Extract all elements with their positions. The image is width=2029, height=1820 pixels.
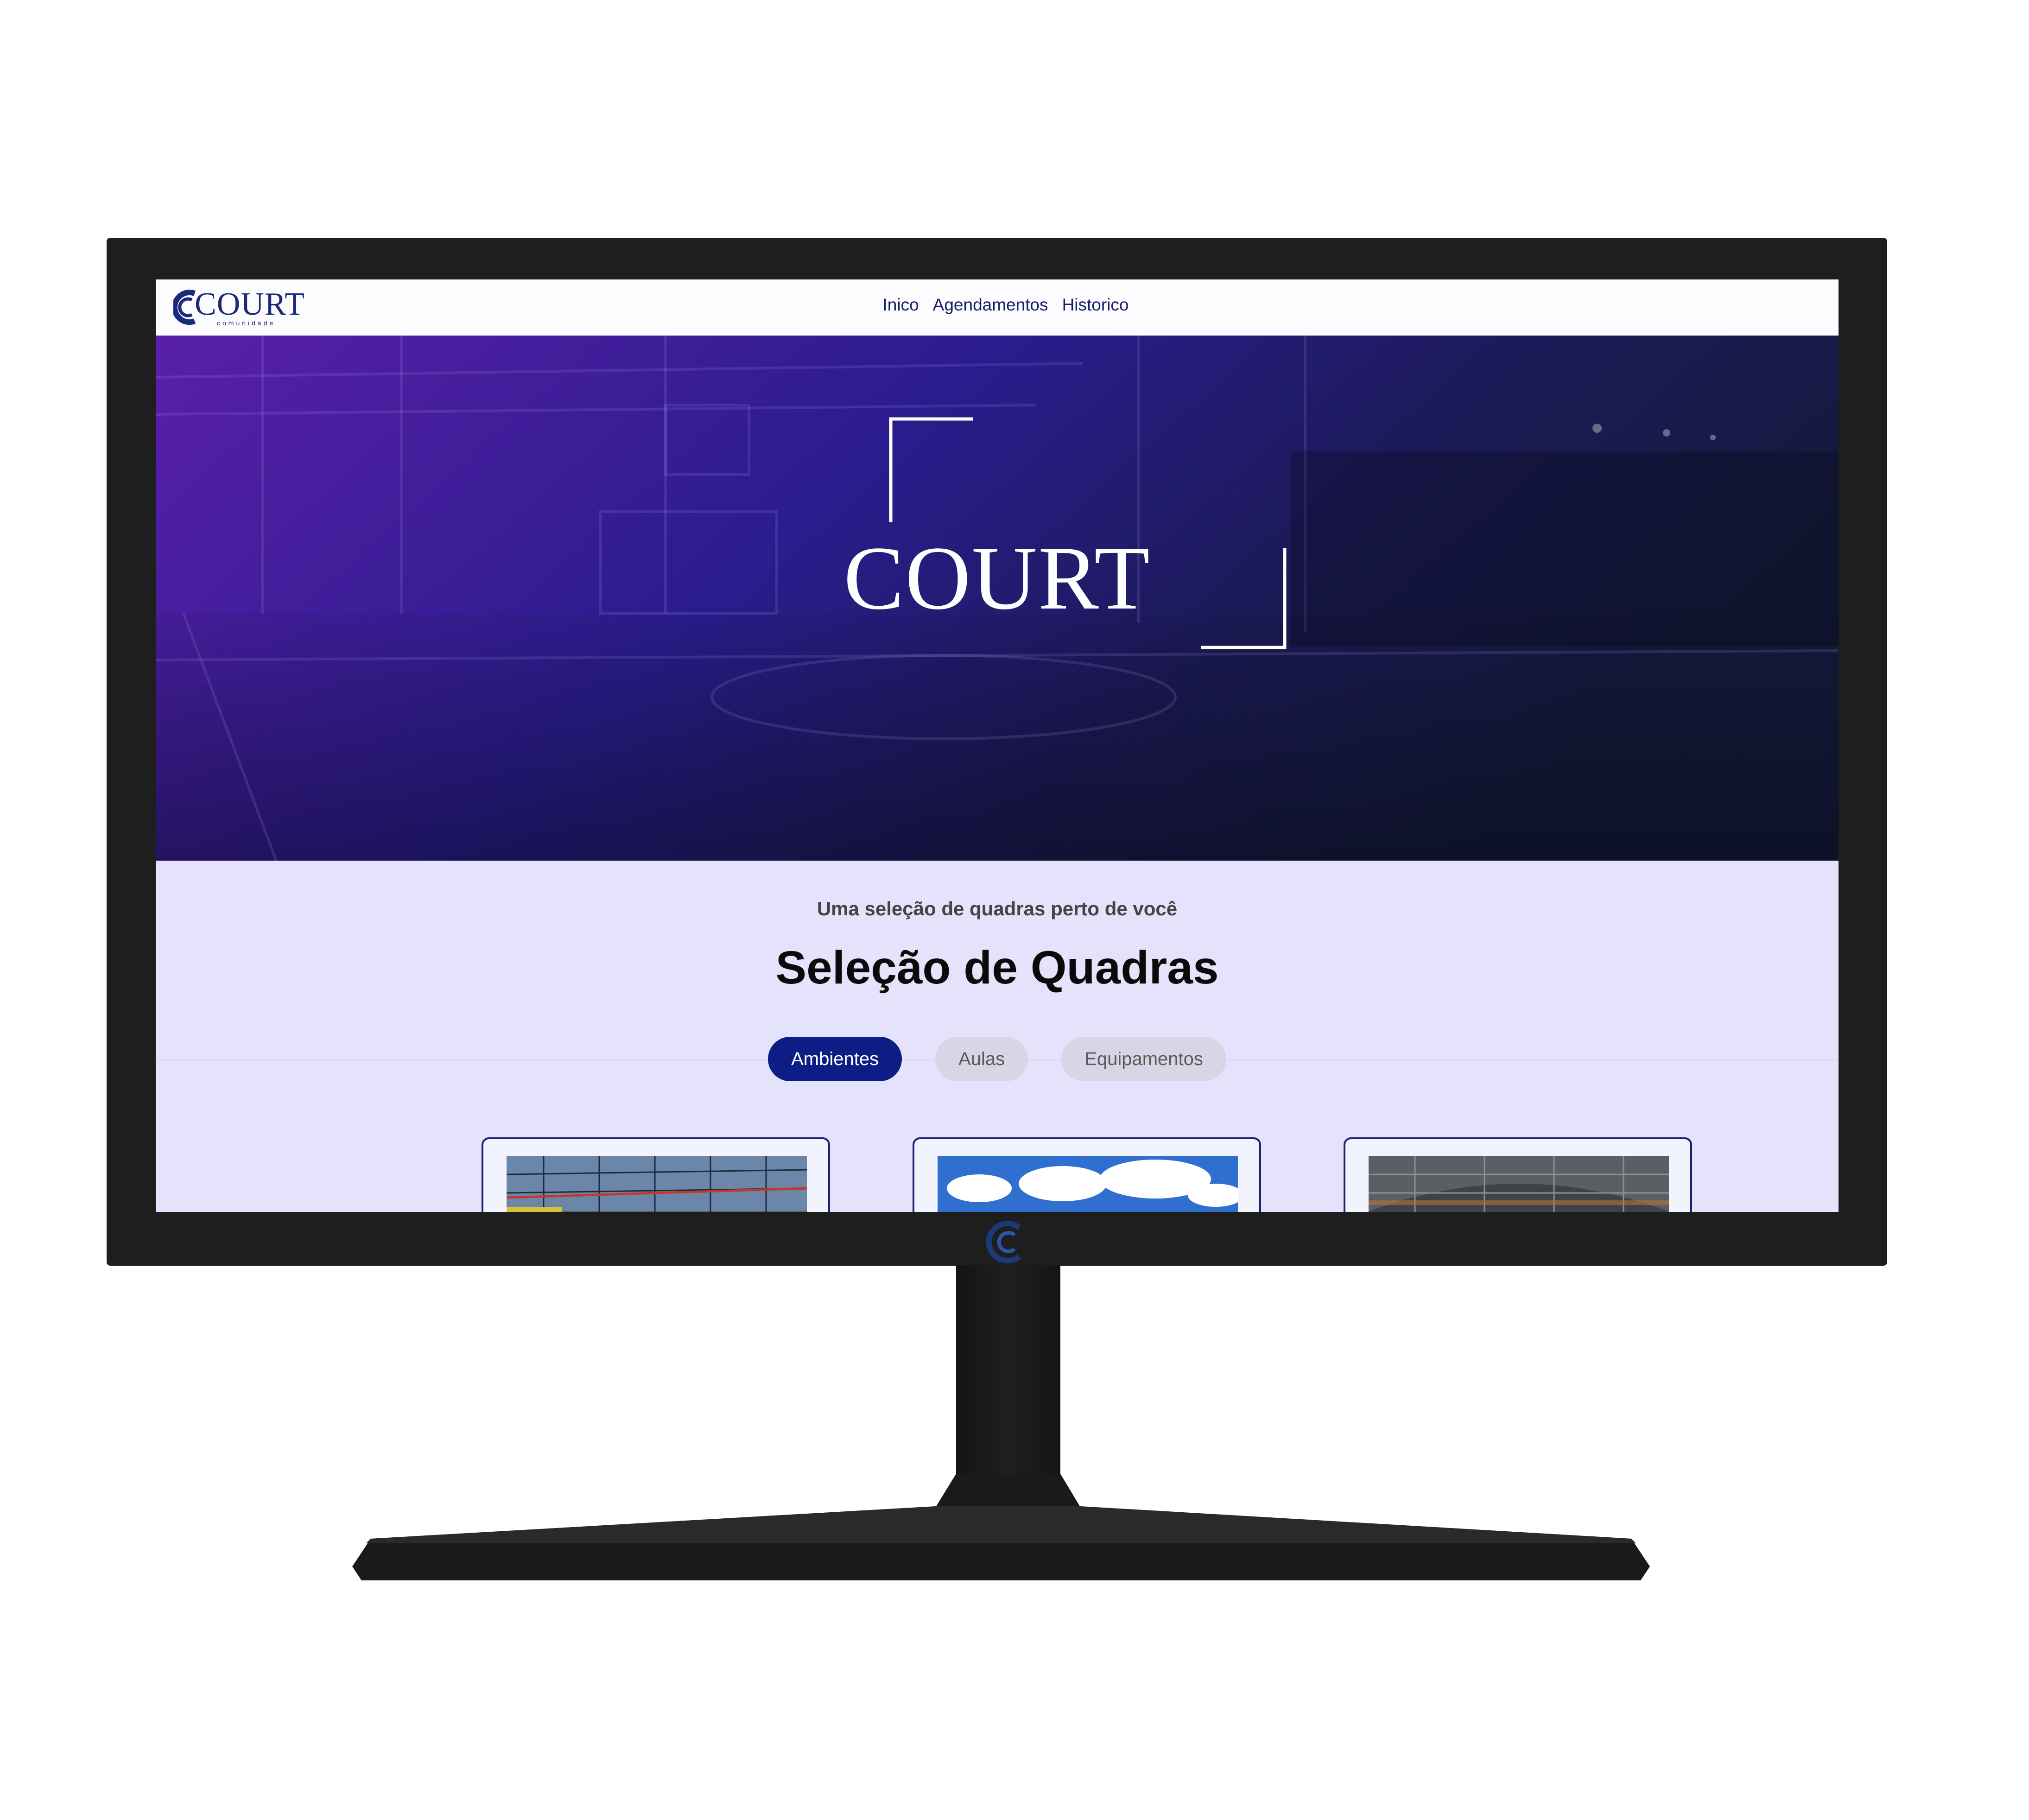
- monitor-brand-icon: [986, 1221, 1021, 1263]
- blue-sky-photo: [938, 1156, 1238, 1212]
- tab-ambientes[interactable]: Ambientes: [768, 1037, 902, 1081]
- nav-link-inicio[interactable]: Inico: [883, 295, 919, 315]
- monitor-neck: [956, 1265, 1060, 1506]
- logo-subtext: comunidade: [217, 319, 276, 327]
- court-netting-photo: [507, 1156, 807, 1212]
- hero-banner: COURT: [156, 336, 1839, 861]
- browser-viewport: COURT comunidade Inico Agendamentos Histor…: [156, 279, 1839, 1212]
- hero-title: COURT: [843, 528, 1151, 628]
- section-title: Seleção de Quadras: [775, 942, 1219, 994]
- courts-section: Uma seleção de quadras perto de você Sel…: [156, 861, 1839, 1212]
- main-nav: Inico Agendamentos Historico: [156, 295, 1839, 315]
- covered-arena-roof-photo: [1369, 1156, 1669, 1212]
- nav-link-historico[interactable]: Historico: [1062, 295, 1129, 315]
- monitor-stand-base: [352, 1474, 1650, 1580]
- court-card[interactable]: [913, 1137, 1261, 1212]
- tab-aulas[interactable]: Aulas: [935, 1037, 1028, 1081]
- tab-equipamentos[interactable]: Equipamentos: [1061, 1037, 1226, 1081]
- section-subtitle: Uma seleção de quadras perto de você: [817, 898, 1178, 920]
- nav-link-agendamentos[interactable]: Agendamentos: [933, 295, 1048, 315]
- navbar: COURT comunidade Inico Agendamentos Histor…: [156, 279, 1839, 336]
- court-card[interactable]: [1344, 1137, 1692, 1212]
- category-tabs: Ambientes Aulas Equipamentos: [156, 1037, 1839, 1081]
- court-card[interactable]: [482, 1137, 830, 1212]
